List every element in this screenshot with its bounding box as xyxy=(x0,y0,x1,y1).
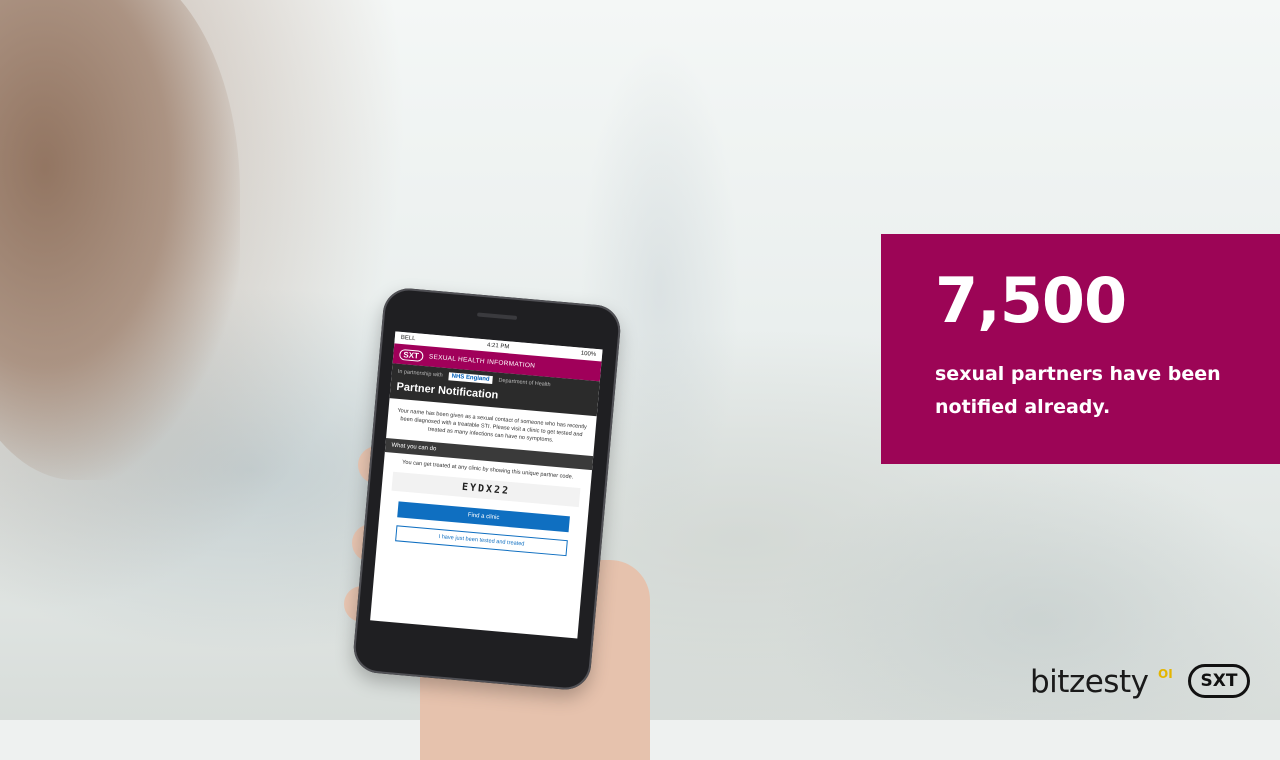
stat-number: 7,500 xyxy=(935,264,1127,337)
header-title: SEXUAL HEALTH INFORMATION xyxy=(428,352,536,370)
person-head-blur xyxy=(0,0,240,480)
status-time: 4:21 PM xyxy=(486,342,510,351)
stat-panel: 7,500 sexual partners have been notified… xyxy=(881,234,1280,464)
phone-screen: BELL 4:21 PM 100% SXT SEXUAL HEALTH INFO… xyxy=(370,331,603,639)
smartphone: BELL 4:21 PM 100% SXT SEXUAL HEALTH INFO… xyxy=(351,286,623,692)
bitzesty-logo-mark: OI xyxy=(1158,667,1173,681)
phone-speaker xyxy=(476,312,518,320)
sxt-logo-icon: SXT xyxy=(398,348,424,362)
bitzesty-logo: bitzesty xyxy=(1030,664,1149,700)
dept-health-logo: Department of Health xyxy=(498,377,551,389)
nhs-logo: NHS England xyxy=(448,372,493,385)
sxt-logo-icon: SXT xyxy=(1188,664,1250,698)
status-carrier: BELL xyxy=(400,334,416,343)
stat-caption: sexual partners have been notified alrea… xyxy=(935,363,1221,418)
status-battery: 100% xyxy=(580,350,597,358)
partnership-label: In partnership with xyxy=(397,368,443,379)
